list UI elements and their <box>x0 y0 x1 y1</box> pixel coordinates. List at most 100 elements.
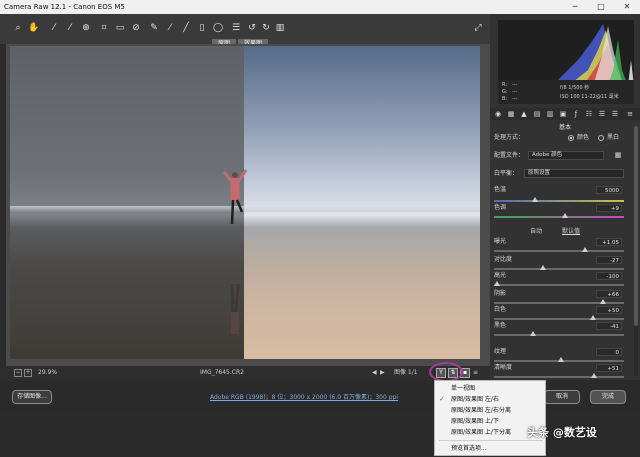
temp-slider[interactable] <box>494 197 624 202</box>
white-balance-label: 白平衡： <box>494 170 519 177</box>
panel-scrollbar-thumb[interactable] <box>634 126 638 326</box>
hsl-tab-icon[interactable]: ▤ <box>533 110 541 118</box>
blacks-label: 黑色 <box>494 322 507 329</box>
texture-slider[interactable] <box>494 357 624 362</box>
graduated-filter-icon[interactable]: ╱ <box>180 22 192 34</box>
tint-slider-thumb[interactable] <box>562 213 568 218</box>
maximize-button[interactable]: □ <box>588 0 614 14</box>
straighten-icon[interactable]: ▭ <box>114 22 126 34</box>
effects-tab-icon[interactable]: ƒ <box>572 110 580 118</box>
radial-filter-icon[interactable]: ▯ <box>196 22 208 34</box>
shadows-value[interactable]: +66 <box>596 290 622 298</box>
whites-slider[interactable] <box>494 315 624 320</box>
cancel-button[interactable]: 取消 <box>544 390 580 404</box>
lens-tab-icon[interactable]: ▣ <box>559 110 567 118</box>
r-label: R: <box>502 82 508 88</box>
treatment-bw-label: 黑白 <box>607 134 620 141</box>
menu-item-left-right[interactable]: ✓ 原图/效果图 左/右 <box>435 394 547 405</box>
rotate-right-icon[interactable]: ↻ <box>260 22 272 34</box>
zoom-icon[interactable]: ⌕ <box>12 22 24 34</box>
minimize-button[interactable]: ─ <box>562 0 588 14</box>
preview-canvas[interactable] <box>6 44 490 366</box>
ellipse-filter-icon[interactable]: ◯ <box>212 22 224 34</box>
zoom-level[interactable]: 29.9% <box>38 369 57 377</box>
clarity-slider[interactable] <box>494 373 624 378</box>
blacks-value[interactable]: -41 <box>596 322 622 330</box>
highlights-value[interactable]: -100 <box>596 272 622 280</box>
calibration-tab-icon[interactable]: ☷ <box>585 110 593 118</box>
highlights-slider[interactable] <box>494 281 624 286</box>
hand-icon[interactable]: ✋ <box>28 22 40 34</box>
aperture-shutter: f/8 1/500 秒 <box>560 85 590 91</box>
rotate-left-icon[interactable]: ↺ <box>246 22 258 34</box>
histogram <box>498 20 634 86</box>
tint-slider[interactable] <box>494 213 624 218</box>
default-button[interactable]: 默认值 <box>562 228 580 236</box>
zoom-out-button[interactable]: − <box>14 369 22 377</box>
profile-browser-icon[interactable]: ▦ <box>614 151 622 159</box>
exposure-value[interactable]: +1.05 <box>596 238 622 246</box>
white-balance-icon[interactable]: ⁄ <box>48 22 60 34</box>
panel-menu-icon[interactable]: ≡ <box>626 110 634 118</box>
menu-item-preview-preferences[interactable]: 预览首选项... <box>435 443 547 454</box>
close-button[interactable]: ✕ <box>614 0 640 14</box>
g-value: --- <box>512 89 518 95</box>
file-name: IMG_7645.CR2 <box>200 369 244 376</box>
prev-image-arrow[interactable]: ◀ <box>372 369 377 377</box>
done-button[interactable]: 完成 <box>590 390 626 404</box>
contrast-slider[interactable] <box>494 265 624 270</box>
shadows-slider-thumb[interactable] <box>600 299 606 304</box>
preview-image[interactable] <box>10 46 480 359</box>
trash-icon[interactable]: ▥ <box>274 22 286 34</box>
snapshots-tab-icon[interactable]: ☰ <box>611 110 619 118</box>
tone-curve-tab-icon[interactable]: ▦ <box>507 110 515 118</box>
texture-value[interactable]: 0 <box>596 348 622 356</box>
blacks-slider[interactable] <box>494 331 624 336</box>
view-menu-icon[interactable]: ≡ <box>473 369 478 377</box>
highlights-slider-thumb[interactable] <box>494 281 500 286</box>
next-image-arrow[interactable]: ▶ <box>380 369 385 377</box>
shadows-slider[interactable] <box>494 299 624 304</box>
white-balance-dropdown[interactable]: 原照设置 <box>524 169 624 178</box>
treatment-color-radio[interactable] <box>568 135 574 141</box>
profile-dropdown[interactable]: Adobe 颜色 <box>528 151 604 160</box>
fullscreen-icon[interactable]: ⤢ <box>472 22 484 34</box>
menu-item-left-right-split[interactable]: 原图/效果图 左/右分离 <box>435 405 547 416</box>
histogram-info: R: --- G: --- B: --- f/8 1/500 秒 ISO 100… <box>498 80 634 104</box>
texture-slider-thumb[interactable] <box>558 357 564 362</box>
detail-tab-icon[interactable]: ▲ <box>520 110 528 118</box>
color-sampler-icon[interactable]: ⁄ <box>64 22 76 34</box>
clarity-value[interactable]: +51 <box>596 364 622 372</box>
treatment-bw-radio[interactable] <box>598 135 604 141</box>
temp-slider-thumb[interactable] <box>532 197 538 202</box>
auto-button[interactable]: 自动 <box>530 228 542 236</box>
clarity-slider-thumb[interactable] <box>591 373 597 378</box>
presets-tab-icon[interactable]: ☰ <box>598 110 606 118</box>
spot-removal-icon[interactable]: ⊘ <box>130 22 142 34</box>
whites-value[interactable]: +50 <box>596 306 622 314</box>
save-image-button[interactable]: 存储图像... <box>12 390 52 404</box>
zoom-in-button[interactable]: + <box>24 369 32 377</box>
menu-item-single-view[interactable]: 单一视图 <box>435 383 547 394</box>
exposure-slider[interactable] <box>494 247 624 252</box>
targeted-adjustment-icon[interactable]: ⊕ <box>80 22 92 34</box>
whites-slider-thumb[interactable] <box>590 315 596 320</box>
split-toning-tab-icon[interactable]: ▥ <box>546 110 554 118</box>
b-label: B: <box>502 96 508 102</box>
temp-value[interactable]: 5000 <box>596 186 622 194</box>
workflow-options-link[interactable]: Adobe RGB (1998)；8 位；3000 x 2000 (6.0 百万… <box>210 392 398 401</box>
right-panel: R: --- G: --- B: --- f/8 1/500 秒 ISO 100… <box>490 14 640 380</box>
panel-scrollbar[interactable] <box>634 126 638 376</box>
whites-label: 白色 <box>494 306 507 313</box>
tint-value[interactable]: +9 <box>596 204 622 212</box>
basic-tab-icon[interactable]: ◉ <box>494 110 502 118</box>
adjustment-brush-icon[interactable]: ⁄ <box>164 22 176 34</box>
red-eye-icon[interactable]: ✎ <box>148 22 160 34</box>
contrast-slider-thumb[interactable] <box>540 265 546 270</box>
list-icon[interactable]: ☰ <box>230 22 242 34</box>
highlights-label: 高光 <box>494 272 507 279</box>
blacks-slider-thumb[interactable] <box>530 331 536 336</box>
exposure-slider-thumb[interactable] <box>582 247 588 252</box>
crop-icon[interactable]: ⌗ <box>98 22 110 34</box>
contrast-value[interactable]: -27 <box>596 256 622 264</box>
